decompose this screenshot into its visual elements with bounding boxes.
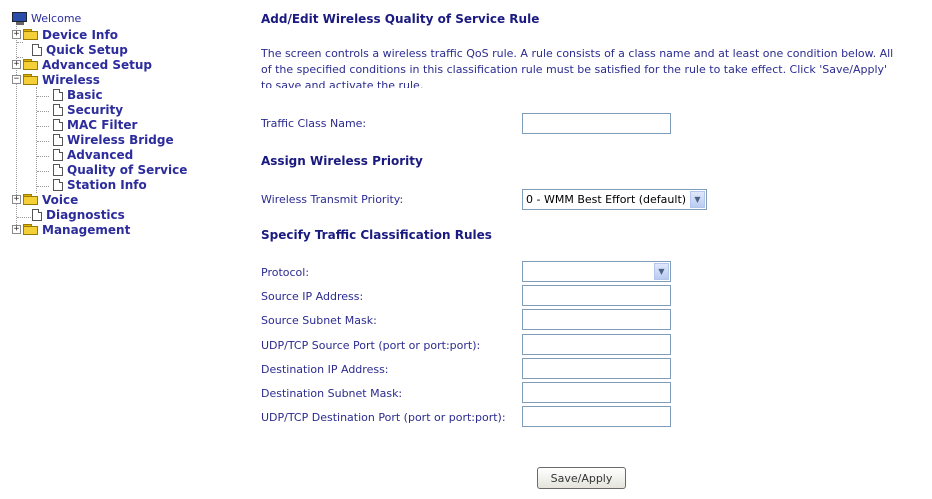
select-value: 0 - WMM Best Effort (default) [526,193,687,206]
collapse-minus-icon[interactable]: − [12,75,21,84]
tree-item-label: Device Info [42,27,118,42]
source-ip-label: Source IP Address: [261,290,364,303]
expand-plus-icon[interactable]: + [12,225,21,234]
protocol-label: Protocol: [261,266,310,279]
page-title: Add/Edit Wireless Quality of Service Rul… [261,12,540,26]
folder-icon [23,223,39,236]
tree-line [37,96,49,97]
tree-item-label: Security [67,102,124,117]
tree-item-label: Voice [42,192,79,207]
destination-ip-label: Destination IP Address: [261,363,389,376]
tree-item-label: Station Info [67,177,147,192]
folder-icon [23,193,39,206]
folder-icon [23,28,39,41]
priority-section-title: Assign Wireless Priority [261,154,423,168]
source-mask-label: Source Subnet Mask: [261,314,377,327]
source-subnet-mask-input[interactable] [522,309,671,330]
tree-item-wireless-bridge[interactable]: Wireless Bridge [53,132,174,147]
tree-item-label: Advanced [67,147,134,162]
tree-line [17,42,23,43]
destination-ip-input[interactable] [522,358,671,379]
tree-item-label: Diagnostics [46,207,125,222]
tree-item-welcome[interactable]: Welcome [12,11,81,26]
tree-item-quick-setup[interactable]: Quick Setup [32,42,128,57]
document-icon [53,178,63,191]
destination-mask-label: Destination Subnet Mask: [261,387,403,400]
tree-item-label: Wireless Bridge [67,132,174,147]
tree-line [37,171,49,172]
tree-line [36,87,37,193]
expand-plus-icon[interactable]: + [12,195,21,204]
tree-item-mac-filter[interactable]: MAC Filter [53,117,137,132]
expand-plus-icon[interactable]: + [12,60,21,69]
tree-item-management[interactable]: + Management [12,222,130,237]
document-icon [32,43,42,56]
folder-icon [23,58,39,71]
tree-item-label: Quality of Service [67,162,188,177]
tree-line [37,186,49,187]
tree-item-diagnostics[interactable]: Diagnostics [32,207,125,222]
tree-item-security[interactable]: Security [53,102,123,117]
destination-port-input[interactable] [522,406,671,427]
chevron-down-icon[interactable]: ▼ [654,263,669,280]
document-icon [53,148,63,161]
document-icon [53,133,63,146]
document-icon [53,88,63,101]
destination-subnet-mask-input[interactable] [522,382,671,403]
tree-item-label: Basic [67,87,103,102]
tree-line [37,111,49,112]
traffic-class-label: Traffic Class Name: [261,117,367,130]
tree-item-label: Advanced Setup [42,57,153,72]
tree-line [37,156,49,157]
tree-item-label: Management [42,222,131,237]
rules-section-title: Specify Traffic Classification Rules [261,228,492,242]
save-apply-button[interactable]: Save/Apply [537,467,626,489]
tree-item-wireless[interactable]: − Wireless [12,72,100,87]
protocol-select[interactable]: ▼ [522,261,671,282]
priority-label: Wireless Transmit Priority: [261,193,404,206]
source-ip-input[interactable] [522,285,671,306]
destination-port-label: UDP/TCP Destination Port (port or port:p… [261,411,506,424]
wireless-priority-select[interactable]: 0 - WMM Best Effort (default) ▼ [522,189,707,210]
tree-item-label: Welcome [31,11,82,25]
document-icon [53,163,63,176]
page-description: The screen controls a wireless traffic Q… [261,47,894,88]
document-icon [53,103,63,116]
tree-item-voice[interactable]: + Voice [12,192,78,207]
source-port-input[interactable] [522,334,671,355]
tree-item-advanced[interactable]: Advanced [53,147,133,162]
tree-item-label: MAC Filter [67,117,138,132]
chevron-down-icon[interactable]: ▼ [690,191,705,208]
tree-item-quality-of-service[interactable]: Quality of Service [53,162,187,177]
tree-item-station-info[interactable]: Station Info [53,177,147,192]
tree-item-label: Quick Setup [46,42,128,57]
document-icon [32,208,42,221]
computer-icon [12,12,28,25]
tree-line [37,126,49,127]
tree-item-device-info[interactable]: + Device Info [12,27,118,42]
tree-line [37,141,49,142]
tree-item-basic[interactable]: Basic [53,87,103,102]
source-port-label: UDP/TCP Source Port (port or port:port): [261,339,481,352]
traffic-class-name-input[interactable] [522,113,671,134]
tree-item-advanced-setup[interactable]: + Advanced Setup [12,57,152,72]
folder-open-icon [23,73,39,86]
tree-item-label: Wireless [42,72,100,87]
expand-plus-icon[interactable]: + [12,30,21,39]
document-icon [53,118,63,131]
